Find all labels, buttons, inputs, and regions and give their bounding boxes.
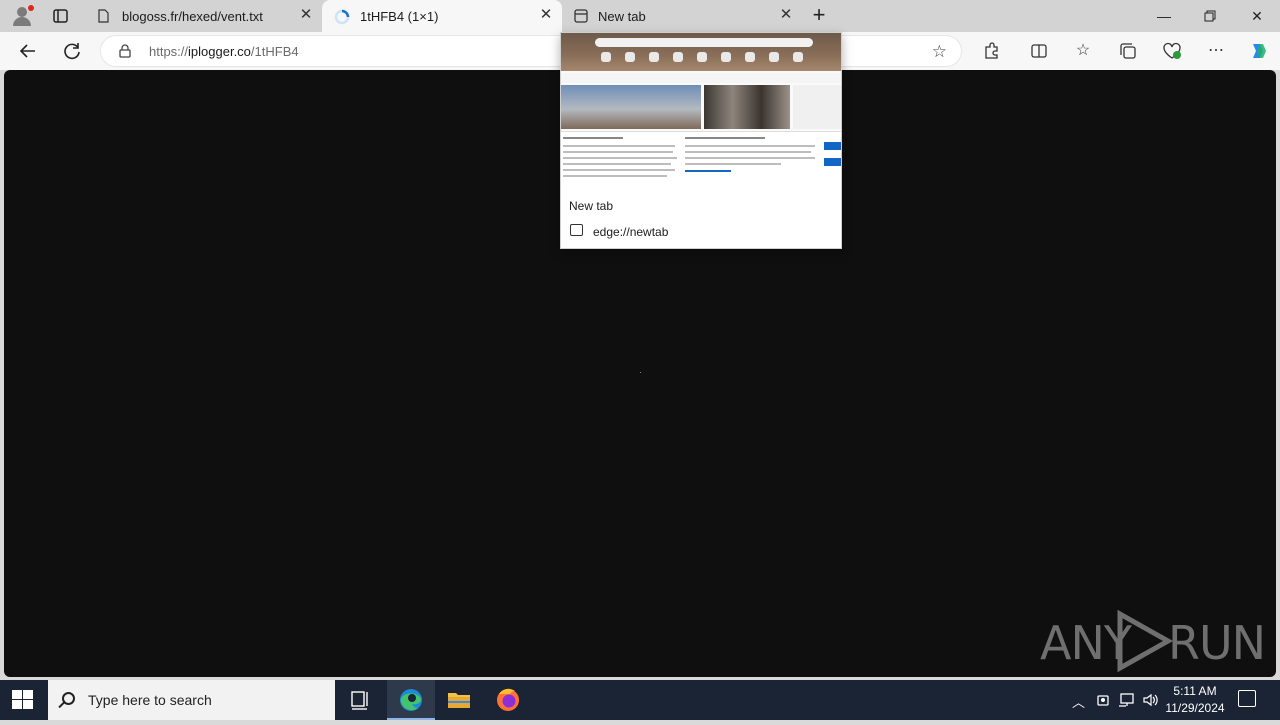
show-hidden-icons-chevron-icon[interactable]: ︿: [1072, 692, 1085, 711]
tab-new-tab[interactable]: New tab ✕: [562, 0, 802, 32]
close-tab-icon[interactable]: ✕: [538, 7, 554, 23]
page-thumbnail: [561, 33, 841, 191]
close-tab-icon[interactable]: ✕: [298, 7, 314, 23]
loading-spinner-icon: [334, 9, 350, 25]
tab-hover-preview[interactable]: New tab edge://newtab: [560, 32, 842, 249]
collections-icon[interactable]: [1117, 40, 1139, 62]
url-text[interactable]: https://iplogger.co/1tHFB4: [149, 44, 299, 59]
tracking-pixel: [640, 372, 641, 373]
notification-center-icon[interactable]: [1238, 690, 1256, 707]
taskbar-search-box[interactable]: Type here to search: [48, 680, 335, 720]
url-path: /1tHFB4: [250, 44, 299, 59]
favorites-icon[interactable]: ☆: [1072, 40, 1094, 62]
search-placeholder: Type here to search: [88, 692, 212, 708]
network-icon[interactable]: [1118, 692, 1136, 711]
close-window-button[interactable]: ✕: [1234, 4, 1280, 28]
minimize-button[interactable]: —: [1141, 4, 1187, 28]
url-scheme: https://: [149, 44, 189, 59]
file-explorer-icon[interactable]: [435, 680, 483, 720]
meet-now-icon[interactable]: [1096, 692, 1110, 711]
browser-essentials-icon[interactable]: [1161, 40, 1183, 62]
url-host: iplogger.co: [188, 44, 251, 59]
document-icon: [96, 9, 110, 23]
watermark-text-run: RUN: [1168, 616, 1266, 670]
reload-button[interactable]: [60, 39, 84, 63]
close-tab-icon[interactable]: ✕: [778, 7, 794, 23]
windows-start-button[interactable]: [12, 690, 34, 710]
preview-url: edge://newtab: [593, 225, 669, 239]
favorite-star-icon[interactable]: ☆: [932, 42, 947, 62]
tab-blogoss[interactable]: blogoss.fr/hexed/vent.txt ✕: [84, 0, 322, 32]
anyrun-watermark: ANY RUN: [1040, 610, 1266, 672]
more-options-icon[interactable]: ⋯: [1205, 40, 1227, 62]
tab-strip: blogoss.fr/hexed/vent.txt ✕ 1tHFB4 (1×1)…: [0, 0, 1280, 32]
back-button[interactable]: [16, 39, 40, 63]
copilot-icon[interactable]: [1247, 40, 1269, 62]
lock-icon[interactable]: [119, 44, 131, 58]
newtab-icon: [574, 9, 588, 23]
profile-avatar[interactable]: [9, 4, 35, 28]
preview-title: New tab: [569, 199, 614, 213]
play-logo-icon: [1117, 610, 1174, 672]
volume-icon[interactable]: [1142, 692, 1160, 711]
split-screen-icon[interactable]: [1028, 40, 1050, 62]
clock-date: 11/29/2024: [1165, 701, 1225, 715]
restore-button[interactable]: [1187, 4, 1233, 28]
firefox-icon[interactable]: [484, 680, 532, 720]
edge-taskbar-icon[interactable]: [387, 680, 435, 720]
task-view-icon[interactable]: [336, 680, 384, 720]
windows-taskbar: Type here to search ︿ 5:11 AM 11/29/2024: [0, 680, 1280, 720]
newtab-page-icon: [570, 224, 583, 236]
search-icon: [62, 692, 75, 705]
new-tab-button[interactable]: +: [808, 4, 830, 27]
tab-title: New tab: [598, 9, 646, 24]
tab-iplogger[interactable]: 1tHFB4 (1×1) ✕: [322, 0, 562, 32]
notification-dot: [28, 5, 34, 11]
tab-title: blogoss.fr/hexed/vent.txt: [122, 9, 263, 24]
system-clock[interactable]: 5:11 AM 11/29/2024: [1160, 683, 1230, 717]
tab-title: 1tHFB4 (1×1): [360, 9, 439, 24]
extensions-icon[interactable]: [980, 40, 1002, 62]
tab-actions-menu-icon[interactable]: [48, 6, 72, 26]
clock-time: 5:11 AM: [1173, 684, 1217, 698]
